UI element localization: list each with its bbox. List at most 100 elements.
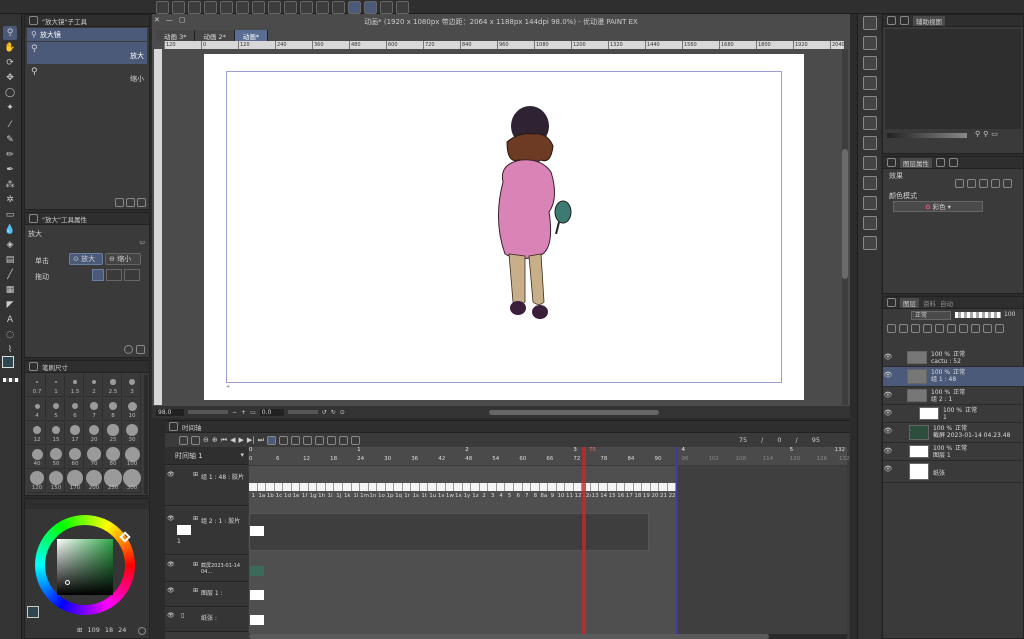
end-frame-line[interactable] (676, 447, 678, 636)
brush-size-cell[interactable]: 70 (85, 446, 103, 469)
layer-row[interactable]: 👁 100 % 正常组 2 : 1 (883, 387, 1024, 405)
brush-size-cell[interactable]: 30 (123, 422, 141, 445)
frame-cell[interactable] (274, 483, 284, 491)
zoom-value[interactable]: 98.0 (156, 408, 184, 416)
timeline-scrollbar[interactable] (249, 634, 847, 639)
brush-size-cell[interactable]: 170 (66, 470, 84, 493)
eraser-icon[interactable]: ▭ (3, 208, 17, 222)
layer-row[interactable]: 👁 100 % 正常 cactu : 52 (883, 349, 1024, 367)
brush-size-cell[interactable]: 17 (66, 422, 84, 445)
expand-icon[interactable]: ⊞ (193, 471, 198, 478)
frame-cell[interactable] (522, 483, 532, 491)
cel-block-group-2[interactable] (249, 513, 649, 551)
blend-tool-icon[interactable]: 💧 (3, 223, 17, 237)
onion-skin-icon[interactable] (314, 435, 324, 445)
frame-cell[interactable] (616, 483, 626, 491)
frame-cell[interactable] (625, 483, 634, 491)
frame-cell[interactable] (283, 483, 292, 491)
fill-tool-icon[interactable]: ◈ (3, 238, 17, 252)
frame-cell[interactable] (402, 483, 412, 491)
brush-size-cell[interactable]: 1 (47, 374, 65, 397)
layer-eye-icon[interactable]: 👁 (883, 423, 893, 435)
frame-cell[interactable] (249, 483, 258, 491)
transparent-swatch[interactable] (3, 378, 19, 382)
redo-icon[interactable] (220, 0, 233, 14)
frame-cell[interactable] (565, 483, 574, 491)
tab-animation-3[interactable]: 动画 3* (156, 30, 196, 41)
canvas-hscroll[interactable] (488, 409, 659, 415)
brush-size-cell[interactable]: 60 (66, 446, 84, 469)
brush-size-cell[interactable]: 12 (28, 422, 46, 445)
color-mode-select[interactable]: ✿ 彩色 ▾ (893, 201, 983, 212)
new-folder-icon[interactable] (983, 324, 992, 333)
layer-row[interactable]: 👁 100 % 正常组 1 : 48 (883, 367, 1024, 387)
frame-cell[interactable] (590, 483, 600, 491)
opacity-slider[interactable] (955, 312, 1001, 318)
main-color-chip[interactable] (27, 606, 39, 618)
brush-size-cell[interactable]: 120 (28, 470, 46, 493)
canvas-vscroll[interactable] (842, 49, 848, 405)
frame-cell[interactable] (633, 483, 643, 491)
ruler-icon[interactable]: ◤ (3, 298, 17, 312)
frame-cell[interactable] (428, 483, 438, 491)
tab-animation[interactable]: 动画* (234, 30, 269, 41)
layer-property-tab-icon[interactable] (887, 158, 896, 167)
frame-cell[interactable] (325, 483, 335, 491)
item-bank-icon[interactable] (863, 56, 877, 70)
brush-size-cell[interactable]: 40 (28, 446, 46, 469)
angle-value[interactable]: 0.0 (259, 408, 284, 416)
frame-cell[interactable] (343, 483, 352, 491)
lock-transparent-icon[interactable] (923, 324, 932, 333)
frame-cell[interactable] (496, 483, 506, 491)
sub-view-tab-icon[interactable] (900, 16, 909, 25)
layer-tab-icon[interactable] (887, 298, 896, 307)
nav-zoom-in-icon[interactable]: ⚲ (975, 130, 980, 138)
material-icon-1[interactable] (863, 76, 877, 90)
gradient-icon[interactable]: ▤ (3, 253, 17, 267)
pen-tool-icon[interactable]: ✎ (3, 133, 17, 147)
frame-border-icon[interactable]: ▦ (3, 283, 17, 297)
click-zoom-out-button[interactable]: ⊖ 缩小 (105, 253, 141, 265)
draft-icon[interactable] (911, 324, 920, 333)
brush-size-cell[interactable]: 2 (85, 374, 103, 397)
subtool-item-zoom[interactable]: ⚲ 放大镜 (27, 28, 147, 41)
expand-icon[interactable]: ⊞ (193, 515, 198, 522)
prev-frame-icon[interactable]: ◀ (230, 436, 235, 444)
first-frame-icon[interactable]: ⏮ (221, 436, 227, 445)
brush-size-cell[interactable]: 0.7 (28, 374, 46, 397)
playhead-line[interactable] (582, 447, 586, 636)
layer-eye-icon[interactable]: 👁 (883, 405, 893, 417)
snap-ruler-icon[interactable] (364, 0, 377, 14)
frame-cell[interactable] (257, 483, 267, 491)
material-icon-6[interactable] (863, 176, 877, 190)
eye-icon[interactable]: 👁 (167, 515, 175, 522)
subtool-item-zoom-out[interactable]: ⚲ 缩小 (27, 65, 147, 87)
sub-view-icon[interactable] (863, 36, 877, 50)
rotate-right-icon[interactable]: ↻ (331, 409, 336, 416)
sv-cursor[interactable] (65, 580, 70, 585)
frame-cell[interactable] (291, 483, 301, 491)
add-subtool-icon[interactable] (115, 198, 124, 207)
frame-cell[interactable] (437, 483, 446, 491)
track-row-layer-1[interactable]: 👁 ⊞ 图层 1 : (165, 583, 248, 607)
effect-tone-icon[interactable] (967, 179, 976, 188)
frame-cell[interactable] (308, 483, 318, 491)
last-frame-icon[interactable]: ⏭ (258, 436, 264, 445)
layer-eye-icon[interactable]: 👁 (883, 349, 893, 361)
timeline-list-icon[interactable] (191, 435, 200, 445)
paper-icon[interactable]: ▯ (181, 612, 184, 619)
cel-strip-group-1[interactable] (249, 483, 677, 491)
frame-cell[interactable] (659, 483, 668, 491)
frame-cell[interactable] (548, 483, 557, 491)
undo-icon[interactable] (204, 0, 217, 14)
brush-size-cell[interactable]: 250 (104, 469, 122, 493)
track-row-screenshot[interactable]: 👁 ⊞ 截屏2023-01-14 04... (165, 556, 248, 582)
frame-cell[interactable] (505, 483, 514, 491)
hand-tool-icon[interactable]: ✋ (3, 41, 17, 55)
layer-tab-label[interactable]: 图层 (900, 297, 919, 308)
layer-property-tab-label[interactable]: 图层属性 (900, 157, 932, 168)
clip-icon[interactable] (887, 324, 896, 333)
navigator-tab-label[interactable]: 辅助视图 (913, 15, 945, 26)
brush-tool-icon[interactable]: ✒ (3, 163, 17, 177)
rotate-left-icon[interactable]: ↺ (322, 409, 327, 416)
